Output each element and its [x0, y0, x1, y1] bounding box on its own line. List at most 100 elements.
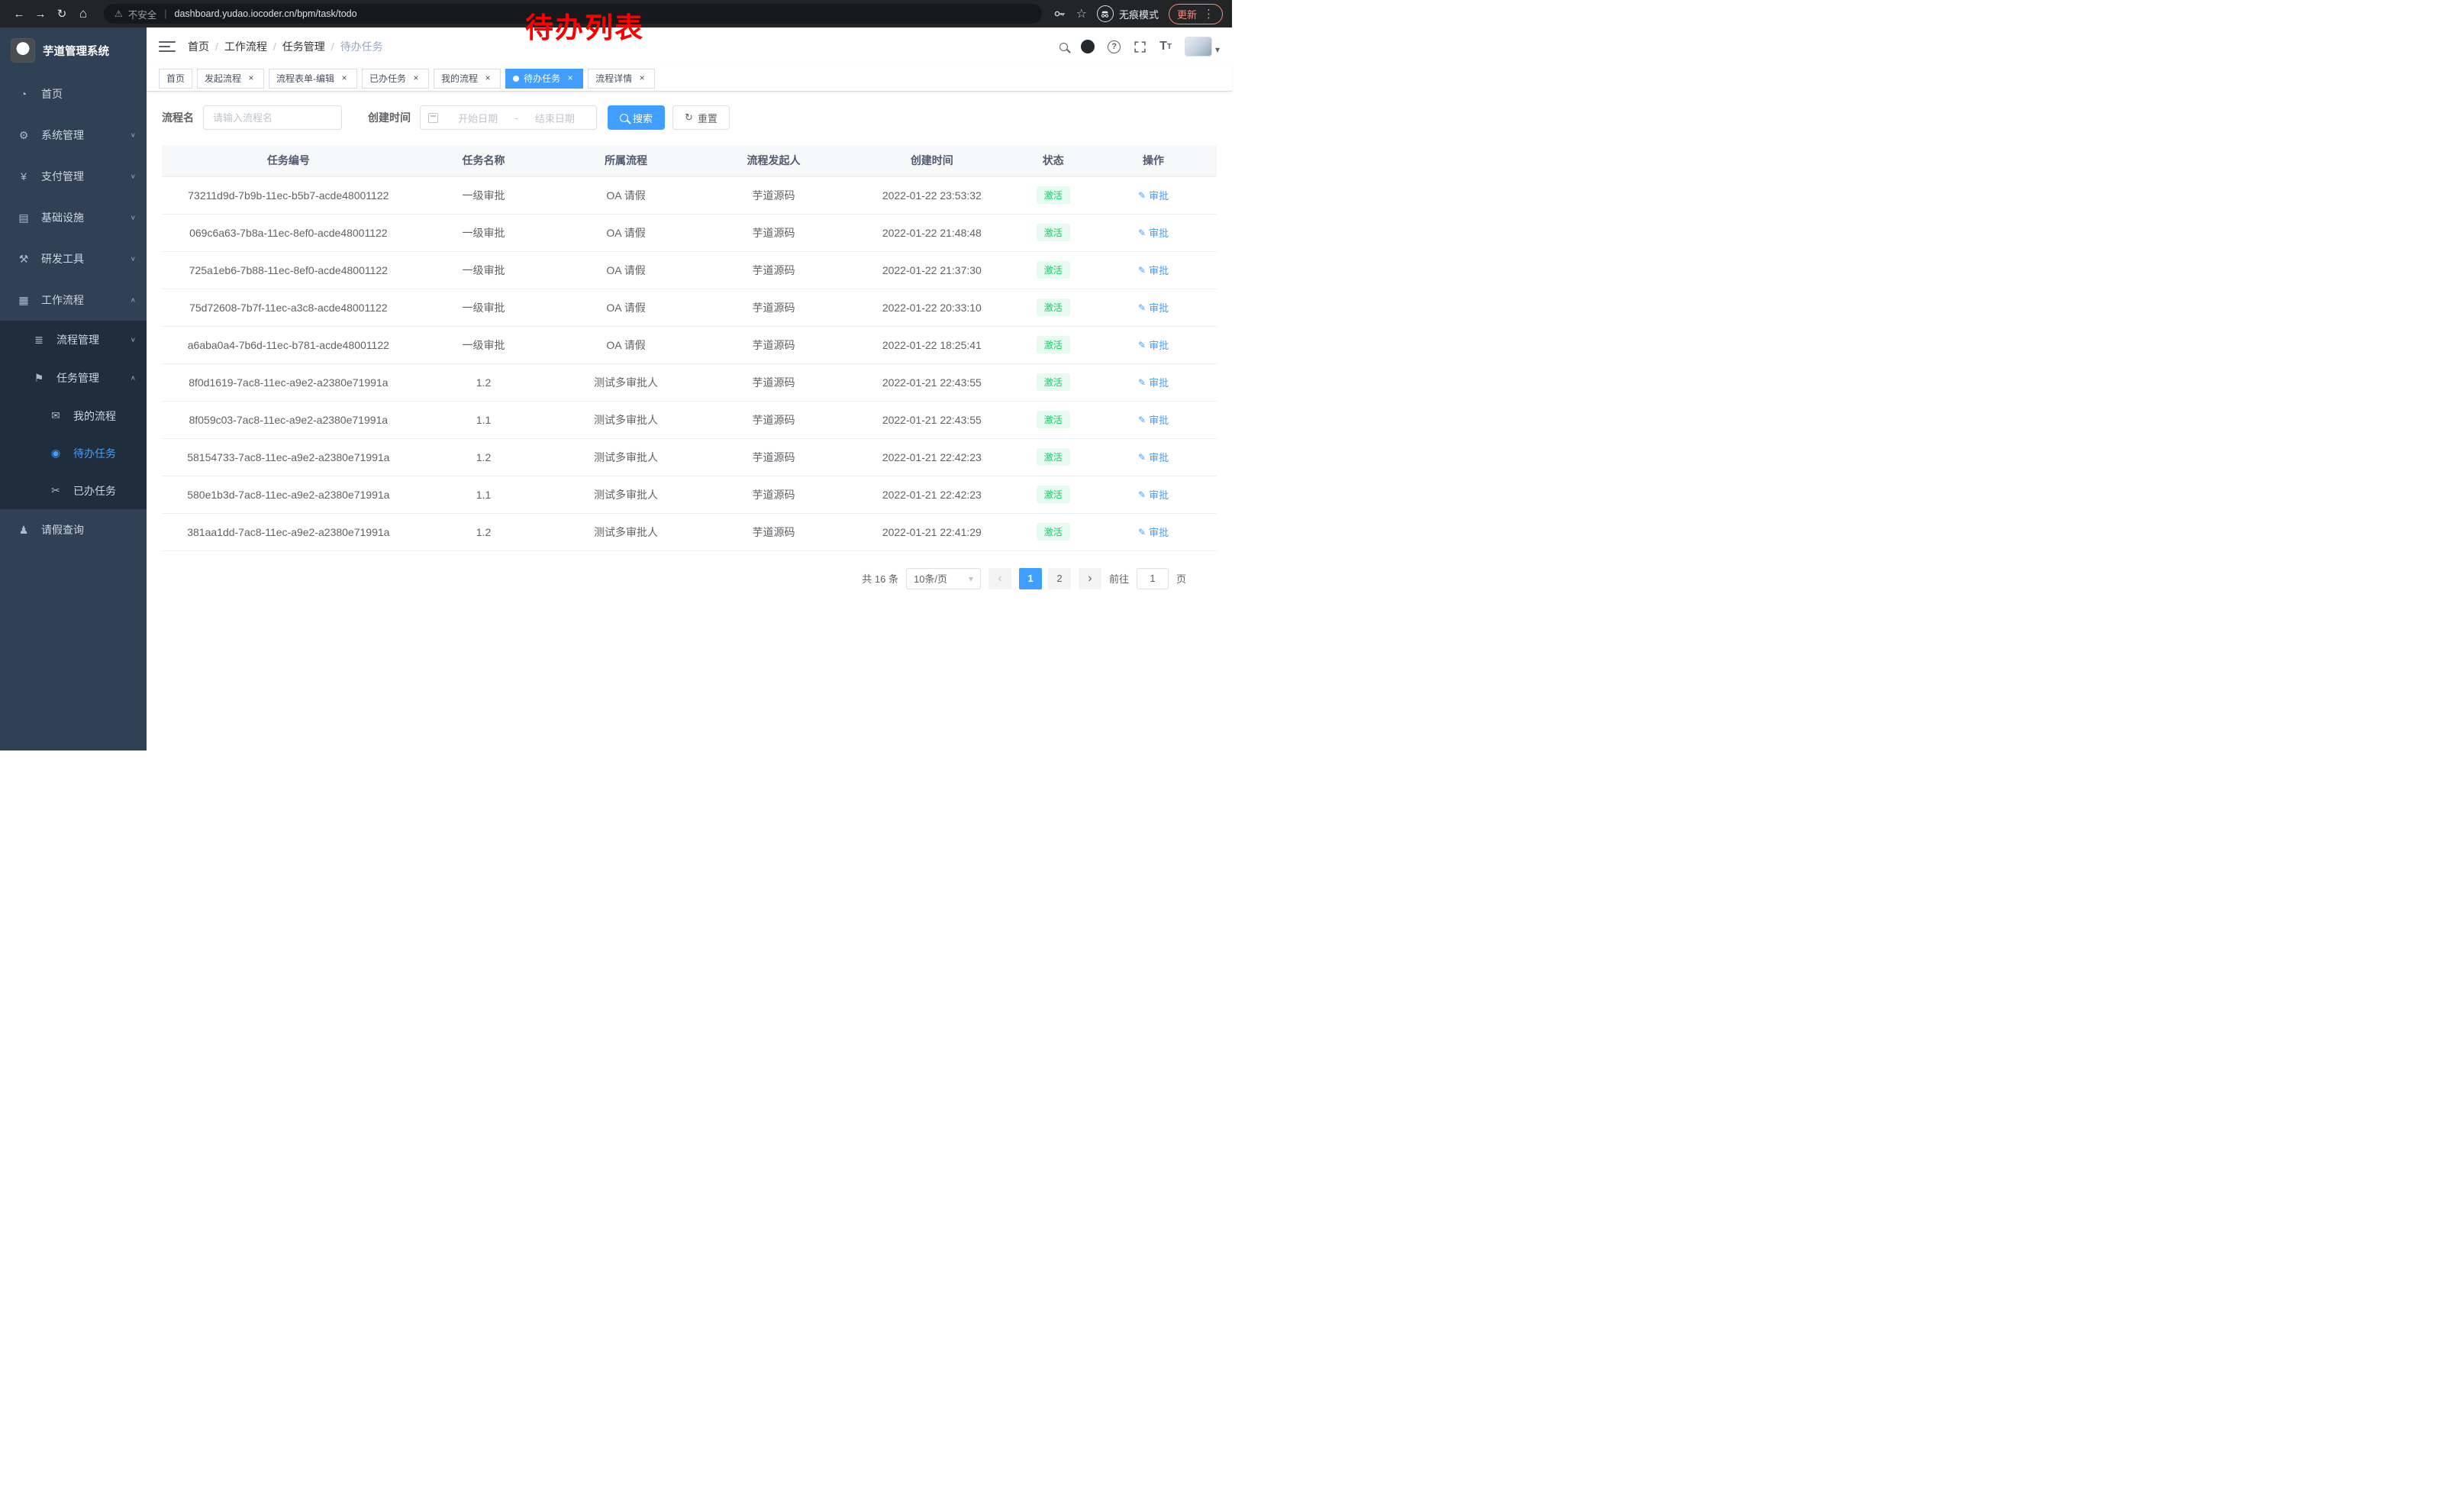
table-row: a6aba0a4-7b6d-11ec-b781-acde48001122一级审批… [162, 326, 1217, 363]
sidebar-item-2[interactable]: ¥支付管理∨ [0, 156, 147, 197]
tab-2[interactable]: 流程表单-编辑× [269, 69, 357, 89]
close-icon[interactable]: × [565, 73, 576, 84]
breadcrumb-item-0[interactable]: 首页 [188, 39, 209, 54]
reload-icon [57, 7, 67, 21]
cell-task-name: 1.2 [415, 438, 553, 476]
table-row: 580e1b3d-7ac8-11ec-a9e2-a2380e71991a1.1测… [162, 476, 1217, 513]
cell-task-name: 1.2 [415, 363, 553, 401]
approve-button[interactable]: 审批 [1138, 450, 1169, 464]
tab-0[interactable]: 首页 [159, 69, 192, 89]
close-icon[interactable]: × [482, 73, 493, 84]
update-button[interactable]: 更新 [1169, 4, 1223, 24]
forward-button[interactable] [31, 4, 50, 24]
font-size-icon[interactable] [1159, 40, 1172, 53]
page-size-select[interactable]: 10条/页 [906, 568, 981, 589]
cell-task-name: 一级审批 [415, 326, 553, 363]
breadcrumb-item-2[interactable]: 任务管理 [282, 39, 325, 54]
approve-button[interactable]: 审批 [1138, 375, 1169, 389]
home-button[interactable] [73, 4, 93, 24]
close-icon[interactable]: × [246, 73, 256, 84]
edit-icon [1138, 189, 1146, 201]
date-range-picker[interactable]: 开始日期 - 结束日期 [420, 105, 597, 130]
logo-image [11, 38, 35, 63]
sidebar-item-11[interactable]: ♟请假查询 [0, 509, 147, 550]
breadcrumb-item-3: 待办任务 [340, 39, 383, 54]
tab-4[interactable]: 我的流程× [434, 69, 501, 89]
back-icon [14, 8, 25, 21]
cell-process: OA 请假 [552, 289, 699, 326]
reset-button-label: 重置 [698, 111, 718, 125]
yen-icon: ¥ [15, 170, 32, 182]
bookmark-star-icon[interactable] [1076, 6, 1087, 21]
sidebar-item-7[interactable]: ⚑任务管理∧ [0, 359, 147, 397]
github-icon[interactable] [1081, 40, 1095, 53]
password-key-icon[interactable] [1053, 7, 1066, 21]
sidebar-item-label: 请假查询 [41, 522, 84, 537]
sidebar-item-0[interactable]: ◔首页 [0, 73, 147, 115]
approve-button[interactable]: 审批 [1138, 188, 1169, 202]
cell-task-id: 8f059c03-7ac8-11ec-a9e2-a2380e71991a [162, 401, 415, 438]
approve-button[interactable]: 审批 [1138, 225, 1169, 240]
reset-button[interactable]: 重置 [672, 105, 730, 130]
cell-process: OA 请假 [552, 214, 699, 251]
address-bar[interactable]: 不安全 | dashboard.yudao.iocoder.cn/bpm/tas… [104, 4, 1042, 24]
page-button-2[interactable]: 2 [1048, 568, 1071, 589]
breadcrumb-item-1[interactable]: 工作流程 [224, 39, 267, 54]
search-icon[interactable] [1059, 43, 1068, 51]
incognito-badge: 无痕模式 [1097, 5, 1159, 22]
sidebar-item-10[interactable]: ✂已办任务 [0, 472, 147, 509]
approve-button[interactable]: 审批 [1138, 263, 1169, 277]
tab-5[interactable]: 待办任务× [505, 69, 583, 89]
page-button-1[interactable]: 1 [1019, 568, 1042, 589]
user-avatar[interactable] [1185, 37, 1220, 56]
security-label: 不安全 [128, 7, 157, 21]
close-icon[interactable]: × [637, 73, 647, 84]
sidebar-item-4[interactable]: ⚒研发工具∨ [0, 238, 147, 279]
goto-page-input[interactable] [1137, 568, 1169, 589]
close-icon[interactable]: × [339, 73, 350, 84]
sidebar-item-3[interactable]: ▤基础设施∨ [0, 197, 147, 238]
sidebar-toggle-icon[interactable] [159, 40, 176, 53]
sidebar-item-9[interactable]: ◉待办任务 [0, 434, 147, 472]
reload-button[interactable] [52, 4, 72, 24]
sidebar-item-label: 我的流程 [73, 408, 116, 424]
approve-button[interactable]: 审批 [1138, 525, 1169, 539]
menu-dots-icon[interactable] [1203, 7, 1214, 21]
cell-initiator: 芋道源码 [700, 438, 847, 476]
approve-button[interactable]: 审批 [1138, 412, 1169, 427]
sidebar-item-8[interactable]: ✉我的流程 [0, 397, 147, 434]
next-page-button[interactable] [1079, 568, 1101, 589]
workflow-icon: ▦ [15, 294, 32, 307]
search-button[interactable]: 搜索 [608, 105, 665, 130]
tab-1[interactable]: 发起流程× [197, 69, 264, 89]
cell-task-id: 580e1b3d-7ac8-11ec-a9e2-a2380e71991a [162, 476, 415, 513]
approve-button[interactable]: 审批 [1138, 337, 1169, 352]
cell-task-id: 381aa1dd-7ac8-11ec-a9e2-a2380e71991a [162, 513, 415, 550]
cell-created: 2022-01-21 22:41:29 [847, 513, 1016, 550]
process-name-input[interactable] [203, 105, 342, 130]
approve-button[interactable]: 审批 [1138, 300, 1169, 315]
back-button[interactable] [9, 4, 29, 24]
approve-button[interactable]: 审批 [1138, 487, 1169, 502]
sidebar-item-1[interactable]: ⚙系统管理∨ [0, 115, 147, 156]
chevron-down-icon: ∨ [131, 255, 136, 262]
status-badge: 激活 [1037, 186, 1070, 204]
cell-process: OA 请假 [552, 176, 699, 214]
url-text: dashboard.yudao.iocoder.cn/bpm/task/todo [175, 8, 357, 19]
sidebar-item-5[interactable]: ▦工作流程∧ [0, 279, 147, 321]
tab-3[interactable]: 已办任务× [362, 69, 429, 89]
fullscreen-icon[interactable] [1134, 40, 1147, 53]
column-header: 所属流程 [552, 145, 699, 176]
prev-page-button[interactable] [989, 568, 1011, 589]
help-icon[interactable] [1108, 40, 1121, 53]
dashboard-icon: ◔ [15, 88, 32, 100]
search-icon [620, 114, 628, 122]
pager-pages: 12 [1019, 568, 1071, 589]
app-logo[interactable]: 芋道管理系统 [0, 27, 147, 73]
sidebar-item-6[interactable]: ≣流程管理∨ [0, 321, 147, 359]
close-icon[interactable]: × [411, 73, 421, 84]
edit-icon [1138, 302, 1146, 313]
chevron-left-icon [998, 572, 1001, 586]
tab-6[interactable]: 流程详情× [588, 69, 655, 89]
cell-initiator: 芋道源码 [700, 326, 847, 363]
